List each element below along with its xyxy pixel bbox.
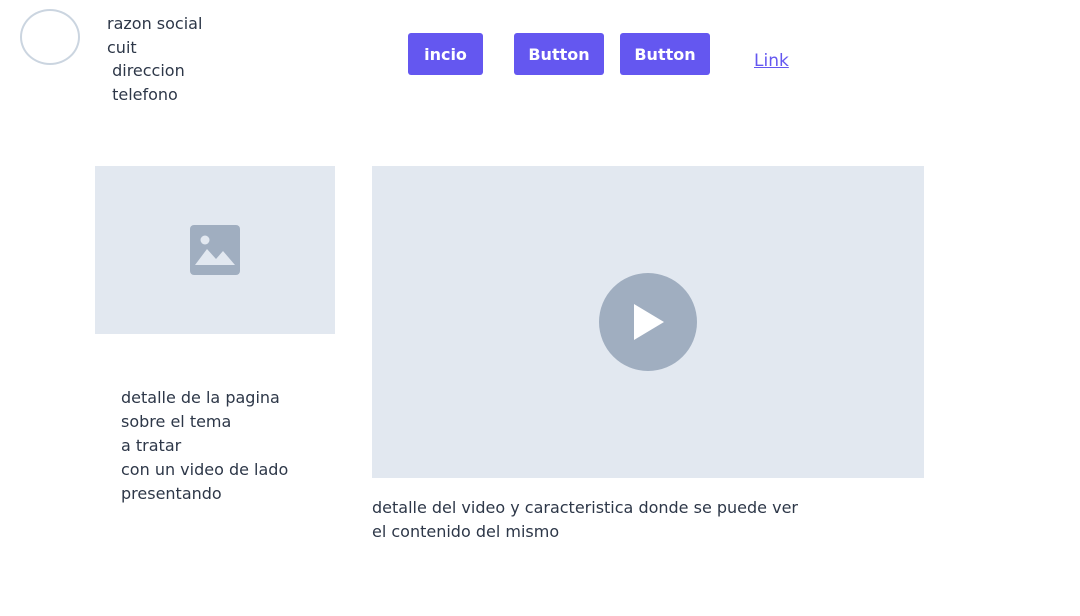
image-icon: [190, 225, 240, 275]
page-detail-line: a tratar: [121, 436, 182, 455]
page-detail-line: detalle de la pagina: [121, 388, 280, 407]
video-detail-line: detalle del video y caracteristica donde…: [372, 498, 798, 517]
image-placeholder: [95, 166, 335, 334]
video-detail-line: el contenido del mismo: [372, 522, 560, 541]
play-icon: [634, 304, 664, 340]
video-detail-text: detalle del video y caracteristica donde…: [372, 496, 798, 544]
company-info: razon social cuit direccion telefono: [107, 12, 202, 106]
inicio-button[interactable]: incio: [408, 33, 483, 75]
page-detail-line: sobre el tema: [121, 412, 232, 431]
company-cuit: cuit: [107, 37, 137, 57]
company-direccion: direccion: [107, 61, 185, 80]
play-button[interactable]: [599, 273, 697, 371]
page-detail-text: detalle de la pagina sobre el tema a tra…: [121, 386, 288, 506]
nav-button-1[interactable]: Button: [514, 33, 604, 75]
page: razon social cuit direccion telefono inc…: [0, 0, 1080, 616]
video-player[interactable]: [372, 166, 924, 478]
nav-link[interactable]: Link: [754, 51, 789, 71]
company-razon-social: razon social: [107, 14, 203, 33]
company-telefono: telefono: [107, 84, 178, 104]
page-detail-line: con un video de lado: [121, 460, 289, 479]
nav-button-2[interactable]: Button: [620, 33, 710, 75]
logo-placeholder: [20, 9, 80, 65]
page-detail-line: presentando: [121, 484, 222, 503]
